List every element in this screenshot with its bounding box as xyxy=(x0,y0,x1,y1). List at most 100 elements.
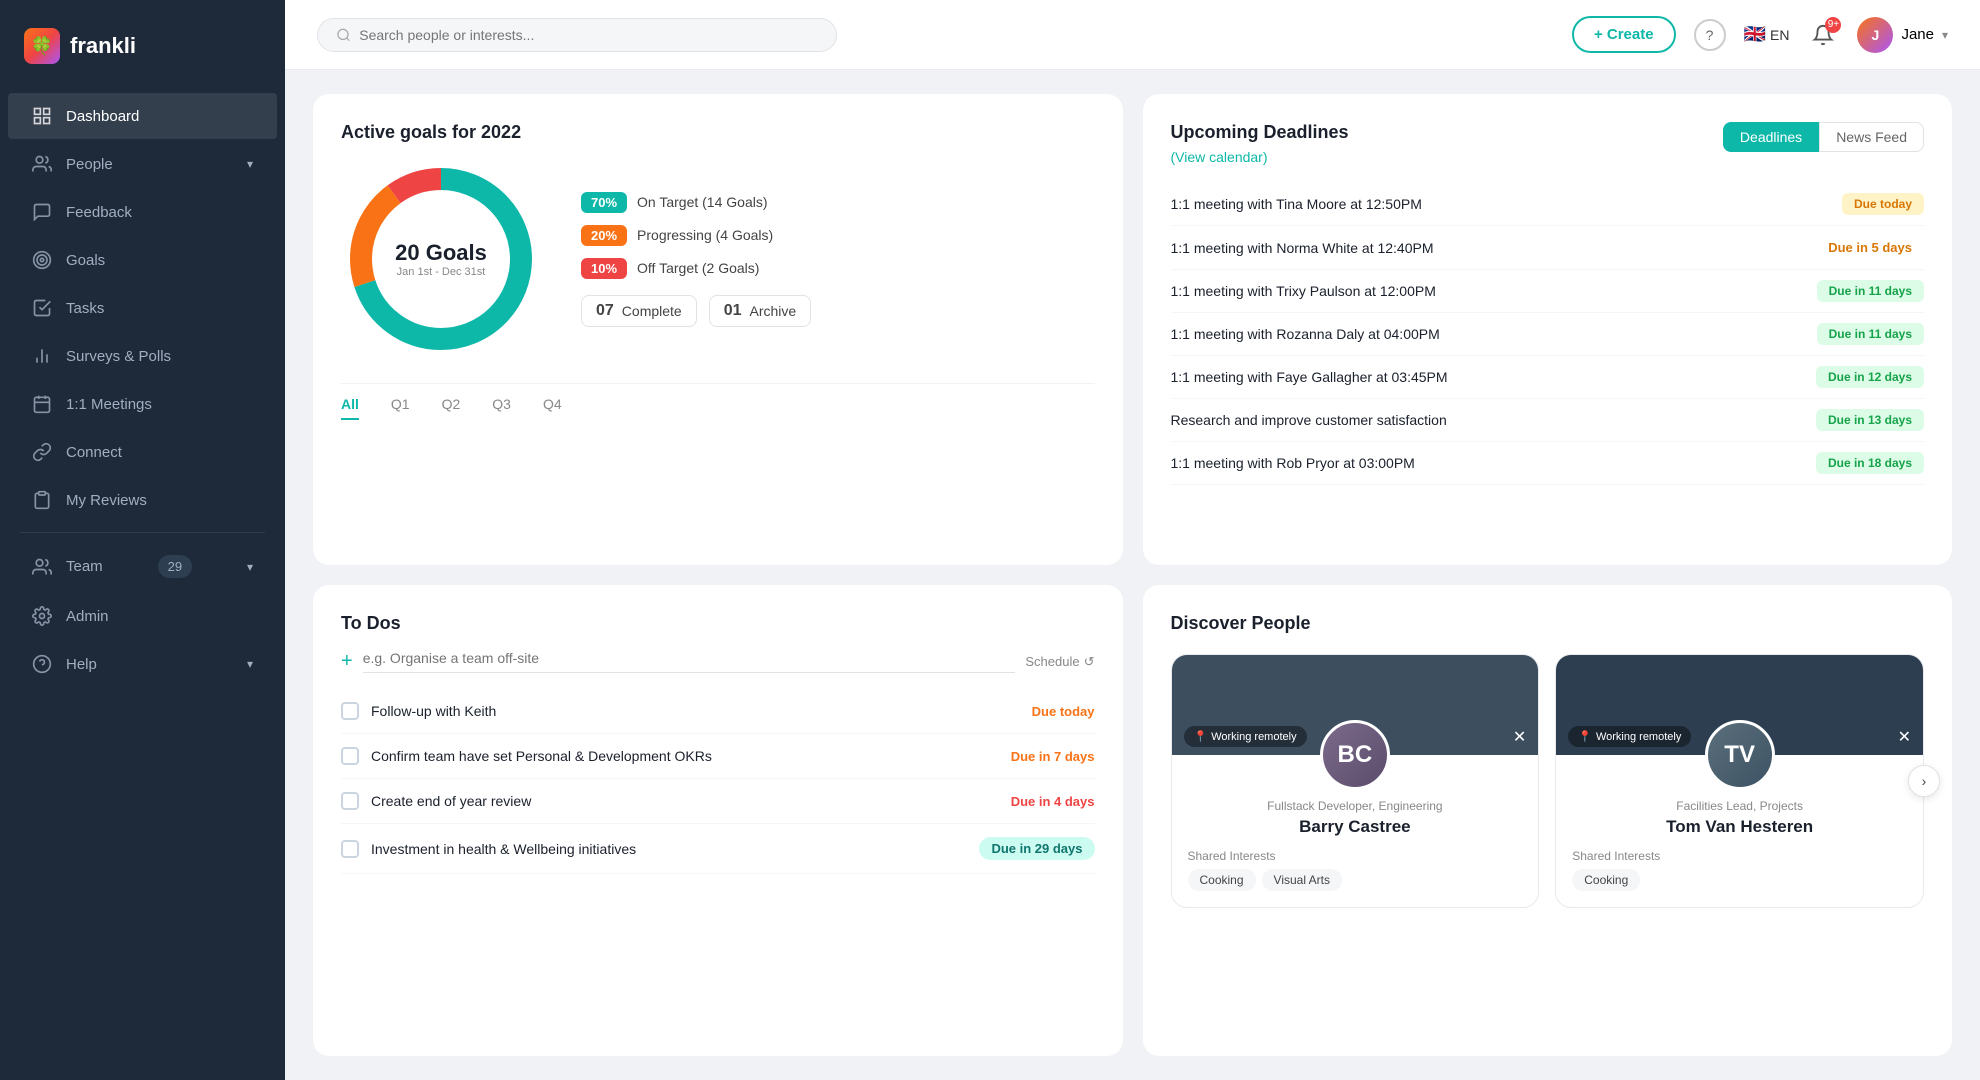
sidebar-item-label: 1:1 Meetings xyxy=(66,396,152,413)
sidebar-item-myreviews[interactable]: My Reviews xyxy=(8,477,277,523)
sidebar: 🍀 frankli Dashboard People ▾ Feedback Go… xyxy=(0,0,285,1080)
sidebar-item-admin[interactable]: Admin xyxy=(8,593,277,639)
search-icon xyxy=(336,27,351,43)
chevron-down-icon: ▾ xyxy=(1942,28,1948,42)
deadline-name: 1:1 meeting with Trixy Paulson at 12:00P… xyxy=(1171,283,1805,299)
due-badge: Due in 12 days xyxy=(1816,366,1924,388)
language-selector[interactable]: 🇬🇧 EN xyxy=(1744,24,1790,45)
deadline-item: 1:1 meeting with Trixy Paulson at 12:00P… xyxy=(1171,270,1925,313)
sidebar-item-meetings[interactable]: 1:1 Meetings xyxy=(8,381,277,427)
sidebar-item-people[interactable]: People ▾ xyxy=(8,141,277,187)
goals-tab-q3[interactable]: Q3 xyxy=(492,396,511,420)
todo-text: Confirm team have set Personal & Develop… xyxy=(371,748,999,764)
sidebar-item-dashboard[interactable]: Dashboard xyxy=(8,93,277,139)
on-target-badge: 70% xyxy=(581,192,627,213)
due-badge: Due in 11 days xyxy=(1817,280,1924,302)
todo-add-button[interactable]: + xyxy=(341,650,353,673)
grid-icon xyxy=(32,106,52,126)
working-status: Working remotely xyxy=(1211,731,1296,743)
todo-checkbox[interactable] xyxy=(341,792,359,810)
due-badge: Due in 5 days xyxy=(1816,236,1924,259)
goals-card: Active goals for 2022 20 Goals xyxy=(313,94,1123,565)
sidebar-item-team[interactable]: Team 29 ▾ xyxy=(8,542,277,591)
refresh-icon: ↺ xyxy=(1084,654,1095,670)
team-badge: 29 xyxy=(158,555,192,578)
sidebar-item-label: Surveys & Polls xyxy=(66,348,171,365)
sidebar-item-feedback[interactable]: Feedback xyxy=(8,189,277,235)
sidebar-item-connect[interactable]: Connect xyxy=(8,429,277,475)
deadlines-tabs: Deadlines News Feed xyxy=(1723,122,1924,152)
todo-text: Follow-up with Keith xyxy=(371,703,1020,719)
users-icon xyxy=(32,154,52,174)
help-button[interactable]: ? xyxy=(1694,19,1726,51)
todo-due: Due in 29 days xyxy=(979,837,1094,860)
complete-archive: 07 Complete 01 Archive xyxy=(581,295,1095,327)
deadlines-header-left: Upcoming Deadlines (View calendar) xyxy=(1171,122,1349,167)
close-icon[interactable]: ✕ xyxy=(1898,727,1911,747)
on-target-label: On Target (14 Goals) xyxy=(637,194,767,210)
todo-text: Investment in health & Wellbeing initiat… xyxy=(371,841,967,857)
notifications-button[interactable]: 9+ xyxy=(1807,19,1839,51)
sidebar-item-label: Admin xyxy=(66,608,109,625)
search-box[interactable] xyxy=(317,18,837,52)
person-header: 📍 Working remotely ✕ BC xyxy=(1172,655,1539,755)
sidebar-item-surveys[interactable]: Surveys & Polls xyxy=(8,333,277,379)
view-calendar-link[interactable]: (View calendar) xyxy=(1171,149,1268,165)
goals-tab-q4[interactable]: Q4 xyxy=(543,396,562,420)
todo-item: Investment in health & Wellbeing initiat… xyxy=(341,824,1095,874)
todo-checkbox[interactable] xyxy=(341,747,359,765)
todo-checkbox[interactable] xyxy=(341,702,359,720)
clipboard-icon xyxy=(32,490,52,510)
search-input[interactable] xyxy=(359,27,818,43)
schedule-button[interactable]: Schedule ↺ xyxy=(1025,654,1094,670)
interest-tag: Cooking xyxy=(1188,869,1256,891)
deadline-item: 1:1 meeting with Faye Gallagher at 03:45… xyxy=(1171,356,1925,399)
deadline-item: Research and improve customer satisfacti… xyxy=(1171,399,1925,442)
close-icon[interactable]: ✕ xyxy=(1513,727,1526,747)
logo-text: frankli xyxy=(70,33,136,59)
due-badge: Due in 13 days xyxy=(1816,409,1924,431)
todos-title: To Dos xyxy=(341,613,1095,634)
archive-count: 01 xyxy=(724,302,742,320)
todo-item: Create end of year review Due in 4 days xyxy=(341,779,1095,824)
sidebar-item-label: People xyxy=(66,156,113,173)
todo-input-row: + Schedule ↺ xyxy=(341,650,1095,673)
sidebar-item-help[interactable]: Help ▾ xyxy=(8,641,277,687)
person-card-barry: 📍 Working remotely ✕ BC Fullstack Develo… xyxy=(1171,654,1540,908)
deadline-name: 1:1 meeting with Rob Pryor at 03:00PM xyxy=(1171,455,1804,471)
progressing-label: Progressing (4 Goals) xyxy=(637,227,773,243)
interests: Cooking xyxy=(1572,869,1907,891)
person-name: Barry Castree xyxy=(1188,817,1523,837)
create-button[interactable]: + Create xyxy=(1572,16,1676,53)
person-role: Fullstack Developer, Engineering xyxy=(1188,799,1523,813)
logo-area: 🍀 frankli xyxy=(0,0,285,92)
todo-due: Due today xyxy=(1032,704,1095,719)
sidebar-item-tasks[interactable]: Tasks xyxy=(8,285,277,331)
next-arrow-button[interactable]: › xyxy=(1908,765,1940,797)
working-status: Working remotely xyxy=(1596,731,1681,743)
topbar: + Create ? 🇬🇧 EN 9+ J Jane ▾ xyxy=(285,0,1980,70)
goals-tab-q1[interactable]: Q1 xyxy=(391,396,410,420)
user-area[interactable]: J Jane ▾ xyxy=(1857,17,1948,53)
todo-checkbox[interactable] xyxy=(341,840,359,858)
sidebar-item-label: Dashboard xyxy=(66,108,139,125)
flag-icon: 🇬🇧 xyxy=(1744,24,1766,45)
complete-count: 07 xyxy=(596,302,614,320)
legend-off-target: 10% Off Target (2 Goals) xyxy=(581,258,1095,279)
todo-due: Due in 7 days xyxy=(1011,749,1095,764)
deadlines-tab-newsfeed[interactable]: News Feed xyxy=(1819,122,1924,152)
archive-stat: 01 Archive xyxy=(709,295,811,327)
content-grid: Active goals for 2022 20 Goals xyxy=(285,70,1980,1080)
shared-interests-label: Shared Interests xyxy=(1572,849,1907,863)
deadlines-tab-deadlines[interactable]: Deadlines xyxy=(1723,122,1819,152)
goals-title: Active goals for 2022 xyxy=(341,122,1095,143)
todo-input[interactable] xyxy=(363,650,1016,673)
goals-tab-all[interactable]: All xyxy=(341,396,359,420)
donut-date: Jan 1st - Dec 31st xyxy=(395,266,487,278)
todo-item: Confirm team have set Personal & Develop… xyxy=(341,734,1095,779)
avatar: J xyxy=(1857,17,1893,53)
sidebar-item-goals[interactable]: Goals xyxy=(8,237,277,283)
avatar: TV xyxy=(1705,720,1775,790)
schedule-label: Schedule xyxy=(1025,654,1079,669)
goals-tab-q2[interactable]: Q2 xyxy=(442,396,461,420)
